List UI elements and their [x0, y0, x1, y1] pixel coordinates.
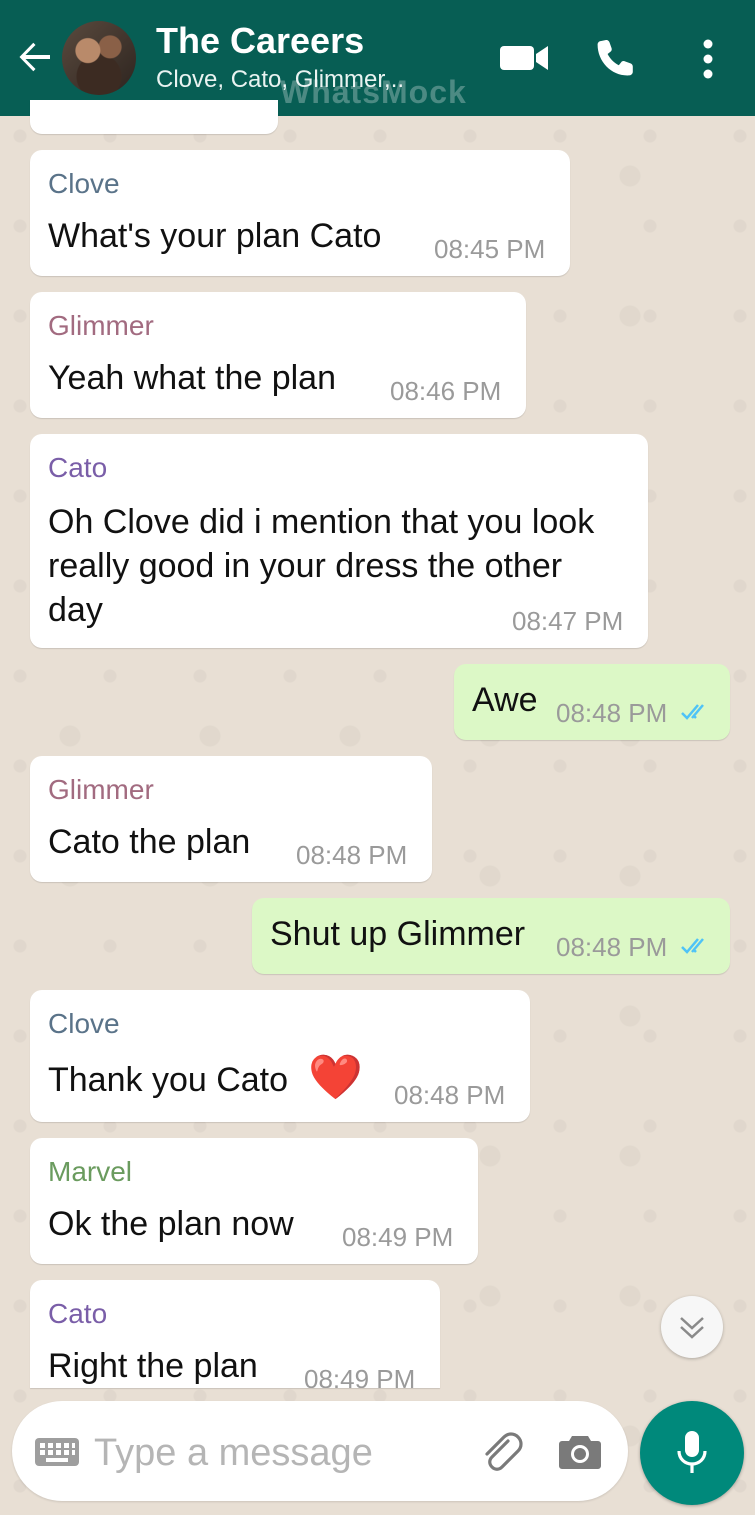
mic-icon	[677, 1431, 707, 1473]
message-time: 08:49 PM	[342, 1222, 454, 1252]
message-sender: Cato	[48, 1298, 108, 1329]
message-bubble[interactable]: Glimmer Yeah what the plan 08:46 PM	[30, 292, 526, 418]
message-bubble[interactable]: Glimmer Cato the plan 08:48 PM	[30, 756, 432, 882]
message-sender: Cato	[48, 452, 108, 483]
phone-icon[interactable]	[594, 36, 638, 80]
message-text: Right the plan	[48, 1347, 258, 1385]
message-time: 08:47 PM	[512, 606, 624, 636]
message-sender: Glimmer	[48, 310, 154, 341]
message-bubble[interactable]: Clove Thank you Cato ❤️ 08:48 PM	[30, 990, 530, 1122]
message-time: 08:48 PM	[394, 1080, 506, 1110]
back-arrow-icon[interactable]	[14, 36, 56, 78]
message-bubble[interactable]: Cato Right the plan 08:49 PM	[30, 1280, 440, 1388]
message-text-line: day	[48, 591, 103, 629]
chat-header: The Careers Clove, Cato, Glimmer,.. What…	[0, 0, 755, 116]
message-input[interactable]	[92, 1429, 466, 1477]
keyboard-icon[interactable]	[34, 1437, 80, 1467]
more-options-icon[interactable]	[700, 38, 716, 80]
message-text-line: Oh Clove did i mention that you look	[48, 503, 595, 541]
message-text-line: really good in your dress the other	[48, 547, 563, 585]
message-bubble[interactable]: Clove What's your plan Cato 08:45 PM	[30, 150, 570, 276]
scroll-to-bottom-button[interactable]	[661, 1296, 723, 1358]
message-text: Shut up Glimmer	[270, 915, 526, 953]
message-bubble[interactable]: Marvel Ok the plan now 08:49 PM	[30, 1138, 478, 1264]
message-sender: Marvel	[48, 1156, 133, 1187]
read-ticks-icon	[681, 938, 704, 954]
camera-icon[interactable]	[558, 1433, 602, 1471]
message-time: 08:46 PM	[390, 376, 502, 406]
message-bubble[interactable]: Cato Oh Clove did i mention that you loo…	[30, 434, 648, 648]
message-bubble-outgoing[interactable]: Awe 08:48 PM	[454, 664, 730, 740]
message-time: 08:48 PM	[556, 698, 668, 728]
message-bubble-outgoing[interactable]: Shut up Glimmer 08:48 PM	[252, 898, 730, 974]
read-ticks-icon	[681, 704, 704, 720]
message-time: 08:45 PM	[434, 234, 546, 264]
message-sender: Glimmer	[48, 774, 154, 805]
message-text: Ok the plan now	[48, 1205, 294, 1243]
message-text: What's your plan Cato	[48, 217, 382, 255]
group-avatar[interactable]	[62, 21, 136, 95]
message-sender: Clove	[48, 1008, 120, 1039]
video-call-icon[interactable]	[498, 40, 550, 76]
message-text: Cato the plan	[48, 823, 251, 861]
message-sender: Clove	[48, 168, 120, 199]
message-text: Yeah what the plan	[48, 359, 336, 397]
heart-emoji: ❤️	[308, 1053, 363, 1102]
message-time: 08:48 PM	[296, 840, 408, 870]
attach-icon[interactable]	[478, 1429, 524, 1475]
mic-button[interactable]	[640, 1401, 744, 1505]
message-text: Thank you Cato	[48, 1061, 289, 1099]
chat-title[interactable]: The Careers	[156, 20, 364, 62]
double-chevron-down-icon	[680, 1317, 704, 1339]
message-bubble-partial	[30, 100, 278, 134]
message-text: Awe	[472, 681, 538, 719]
message-input-bar	[12, 1401, 628, 1501]
message-time: 08:48 PM	[556, 932, 668, 962]
watermark: WhatsMock	[280, 74, 467, 110]
message-time: 08:49 PM	[304, 1364, 416, 1388]
